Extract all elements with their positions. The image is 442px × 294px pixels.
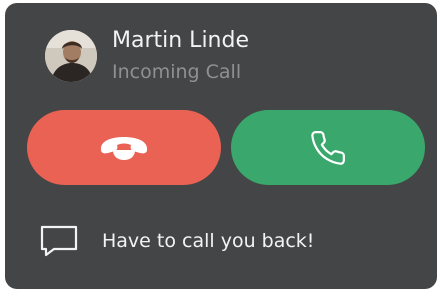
chat-bubble-icon <box>40 225 78 257</box>
phone-hangup-icon <box>100 136 148 160</box>
phone-icon <box>311 130 345 165</box>
incoming-call-card: Martin Linde Incoming Call Have to call … <box>5 3 437 289</box>
person-avatar-icon <box>45 30 97 82</box>
accept-call-button[interactable] <box>231 110 425 185</box>
caller-name: Martin Linde <box>112 28 249 53</box>
call-status: Incoming Call <box>112 61 242 83</box>
decline-call-button[interactable] <box>27 110 221 185</box>
caller-avatar <box>45 30 97 82</box>
quick-reply-text: Have to call you back! <box>102 230 315 252</box>
quick-reply-message[interactable]: Have to call you back! <box>40 223 314 259</box>
